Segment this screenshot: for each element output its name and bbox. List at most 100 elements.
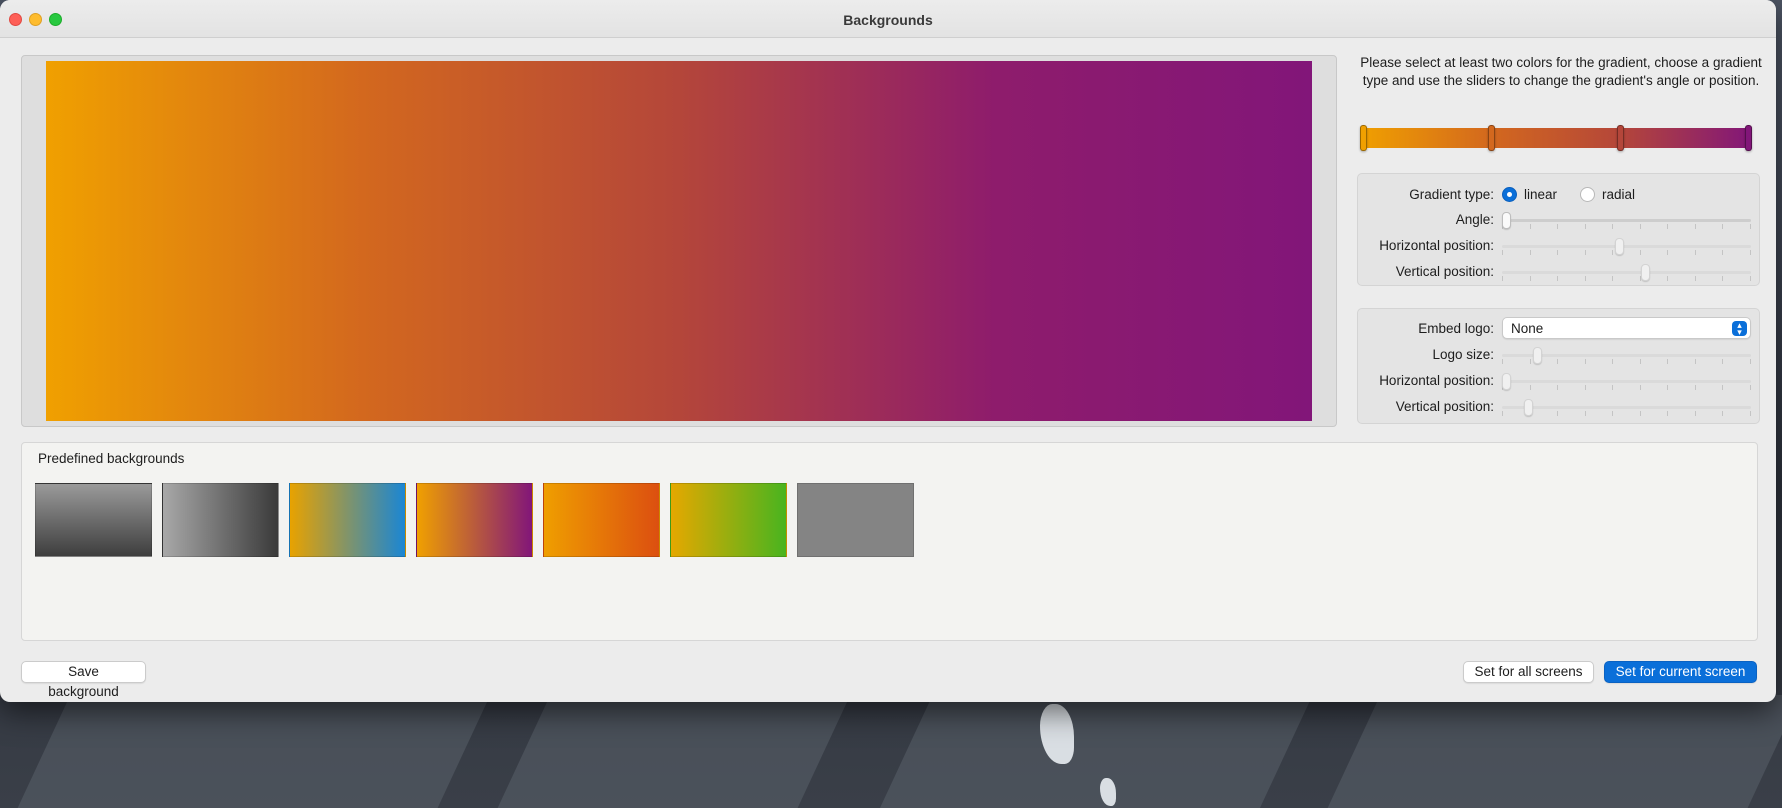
slider-tick bbox=[1695, 411, 1696, 416]
predefined-background-gray-vertical[interactable] bbox=[35, 483, 152, 557]
set-current-screen-button[interactable]: Set for current screen bbox=[1604, 661, 1757, 683]
slider-tick bbox=[1585, 224, 1586, 229]
slider-tick bbox=[1612, 359, 1613, 364]
gradient-settings-group: Gradient type: linear radial Angle: Hori… bbox=[1357, 173, 1760, 286]
logo-vertical-row: Vertical position: bbox=[1358, 396, 1759, 418]
radial-radio[interactable] bbox=[1580, 187, 1595, 202]
linear-radio[interactable] bbox=[1502, 187, 1517, 202]
slider-tick bbox=[1695, 385, 1696, 390]
logo-horizontal-slider-knob[interactable] bbox=[1502, 373, 1511, 390]
gradient-type-row: Gradient type: linear radial bbox=[1358, 184, 1759, 206]
gradient-horizontal-row: Horizontal position: bbox=[1358, 235, 1759, 257]
logo-vertical-slider-knob[interactable] bbox=[1524, 399, 1533, 416]
slider-tick bbox=[1695, 276, 1696, 281]
gradient-stop-handle[interactable] bbox=[1360, 125, 1367, 151]
slider-tick bbox=[1750, 276, 1751, 281]
predefined-background-orange-blue[interactable] bbox=[289, 483, 406, 557]
slider-tick bbox=[1640, 359, 1641, 364]
predefined-background-solid-gray[interactable] bbox=[797, 483, 914, 557]
gradient-stop-handle[interactable] bbox=[1745, 125, 1752, 151]
slider-tick bbox=[1612, 385, 1613, 390]
predefined-backgrounds-panel: Predefined backgrounds bbox=[21, 442, 1758, 641]
angle-label: Angle: bbox=[1455, 212, 1494, 227]
logo-settings-group: Embed logo: None ▴ ▾ Logo size: Horizonta… bbox=[1357, 308, 1760, 424]
slider-tick bbox=[1640, 224, 1641, 229]
slider-tick bbox=[1750, 411, 1751, 416]
logo-vertical-slider[interactable] bbox=[1502, 406, 1751, 416]
gradient-horizontal-slider-knob[interactable] bbox=[1615, 238, 1624, 255]
slider-tick bbox=[1640, 385, 1641, 390]
gradient-horizontal-slider[interactable] bbox=[1502, 245, 1751, 255]
predefined-background-gray-horizontal[interactable] bbox=[162, 483, 279, 557]
predefined-background-yellow-green[interactable] bbox=[670, 483, 787, 557]
slider-tick bbox=[1695, 250, 1696, 255]
slider-tick bbox=[1722, 411, 1723, 416]
preview-panel bbox=[21, 55, 1337, 427]
instructions-text: Please select at least two colors for th… bbox=[1360, 55, 1762, 88]
slider-tick bbox=[1722, 224, 1723, 229]
gradient-type-label: Gradient type: bbox=[1409, 187, 1494, 202]
slider-tick bbox=[1557, 359, 1558, 364]
gradient-stops-bar[interactable] bbox=[1360, 125, 1752, 151]
slider-tick bbox=[1530, 250, 1531, 255]
gradient-vertical-label: Vertical position: bbox=[1395, 264, 1494, 279]
slider-tick bbox=[1557, 385, 1558, 390]
gradient-horizontal-label: Horizontal position: bbox=[1379, 238, 1494, 253]
slider-tick bbox=[1612, 276, 1613, 281]
slider-tick bbox=[1667, 359, 1668, 364]
radial-label[interactable]: radial bbox=[1602, 187, 1635, 202]
slider-tick bbox=[1530, 224, 1531, 229]
gradient-stop-handle[interactable] bbox=[1617, 125, 1624, 151]
predefined-background-orange-red[interactable] bbox=[543, 483, 660, 557]
slider-tick bbox=[1612, 224, 1613, 229]
backgrounds-window: Backgrounds Please select at least two c… bbox=[0, 0, 1776, 702]
slider-tick bbox=[1502, 250, 1503, 255]
slider-tick bbox=[1557, 411, 1558, 416]
gradient-vertical-row: Vertical position: bbox=[1358, 261, 1759, 283]
logo-size-row: Logo size: bbox=[1358, 344, 1759, 366]
slider-tick bbox=[1530, 359, 1531, 364]
predefined-background-orange-purple[interactable] bbox=[416, 483, 533, 557]
slider-tick bbox=[1695, 359, 1696, 364]
slider-tick bbox=[1585, 359, 1586, 364]
save-background-button[interactable]: Save background bbox=[21, 661, 146, 699]
linear-label[interactable]: linear bbox=[1524, 187, 1557, 202]
chevron-up-down-icon: ▴ ▾ bbox=[1732, 321, 1747, 337]
slider-tick bbox=[1502, 359, 1503, 364]
angle-row: Angle: bbox=[1358, 209, 1759, 231]
embed-logo-label: Embed logo: bbox=[1418, 321, 1494, 336]
slider-tick bbox=[1557, 250, 1558, 255]
gradient-preview bbox=[46, 61, 1312, 421]
slider-tick bbox=[1667, 385, 1668, 390]
slider-tick bbox=[1750, 224, 1751, 229]
embed-logo-select[interactable]: None ▴ ▾ bbox=[1502, 317, 1751, 339]
logo-horizontal-slider[interactable] bbox=[1502, 380, 1751, 390]
slider-tick bbox=[1502, 411, 1503, 416]
angle-slider-knob[interactable] bbox=[1502, 212, 1511, 229]
gradient-vertical-slider-knob[interactable] bbox=[1641, 264, 1650, 281]
angle-slider[interactable] bbox=[1502, 219, 1751, 229]
slider-tick bbox=[1585, 276, 1586, 281]
slider-tick bbox=[1722, 385, 1723, 390]
slider-tick bbox=[1530, 276, 1531, 281]
slider-tick bbox=[1750, 385, 1751, 390]
slider-tick bbox=[1722, 359, 1723, 364]
slider-tick bbox=[1530, 385, 1531, 390]
gradient-stop-handle[interactable] bbox=[1488, 125, 1495, 151]
title-bar: Backgrounds bbox=[0, 0, 1776, 38]
slider-tick bbox=[1585, 250, 1586, 255]
logo-size-label: Logo size: bbox=[1432, 347, 1494, 362]
slider-tick bbox=[1695, 224, 1696, 229]
slider-tick bbox=[1667, 276, 1668, 281]
logo-horizontal-label: Horizontal position: bbox=[1379, 373, 1494, 388]
logo-vertical-label: Vertical position: bbox=[1395, 399, 1494, 414]
slider-tick bbox=[1585, 411, 1586, 416]
predefined-backgrounds-title: Predefined backgrounds bbox=[38, 451, 185, 466]
gradient-vertical-slider[interactable] bbox=[1502, 271, 1751, 281]
slider-tick bbox=[1722, 276, 1723, 281]
slider-tick bbox=[1722, 250, 1723, 255]
window-title: Backgrounds bbox=[843, 12, 933, 28]
slider-tick bbox=[1585, 385, 1586, 390]
set-all-screens-button[interactable]: Set for all screens bbox=[1463, 661, 1594, 683]
logo-size-slider-knob[interactable] bbox=[1533, 347, 1542, 364]
